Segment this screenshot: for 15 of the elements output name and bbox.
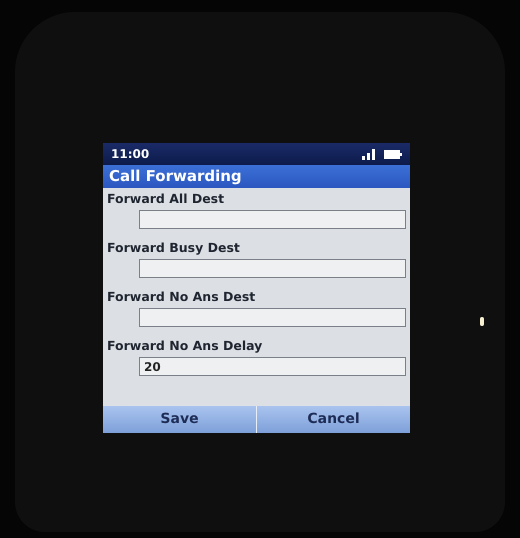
input-field[interactable] bbox=[139, 308, 406, 327]
signal-icon bbox=[362, 148, 376, 160]
input-field[interactable]: 20 bbox=[139, 357, 406, 376]
field-label: Forward No Ans Dest bbox=[107, 288, 256, 306]
input-field[interactable] bbox=[139, 210, 406, 229]
field-label: Forward All Dest bbox=[107, 190, 226, 208]
softkey-button[interactable]: Cancel bbox=[257, 406, 410, 433]
clock-time: 11:00 bbox=[111, 146, 150, 163]
screen-title: Call Forwarding bbox=[103, 165, 410, 188]
field-label: Forward Busy Dest bbox=[107, 239, 241, 257]
softkey-button[interactable]: Save bbox=[103, 406, 257, 433]
field-label: Forward No Ans Delay bbox=[107, 337, 264, 355]
input-field[interactable] bbox=[139, 259, 406, 278]
battery-icon bbox=[384, 150, 402, 158]
indicator-light bbox=[480, 317, 484, 326]
